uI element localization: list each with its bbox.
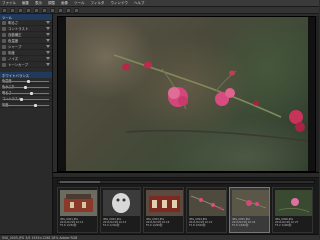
redo-icon[interactable] bbox=[26, 7, 31, 13]
chevron-down-icon[interactable] bbox=[46, 51, 50, 54]
plum-blossom-image bbox=[113, 54, 309, 142]
thermometer-icon bbox=[2, 38, 6, 43]
tool-row-label: 色温度 bbox=[8, 39, 19, 43]
statue-thumbnail bbox=[103, 190, 140, 216]
thumbnail-item[interactable]: IMG_0001.JPG 2011/02/18 10:12 F5.6 1/250秒 bbox=[57, 187, 98, 233]
slider-saturation[interactable]: 彩度 bbox=[0, 102, 52, 108]
blossom-branch-thumbnail bbox=[189, 190, 226, 216]
tool-row-curve[interactable]: トーンカーブ bbox=[0, 62, 52, 68]
contrast-icon bbox=[2, 26, 6, 31]
slider-track[interactable] bbox=[3, 99, 49, 100]
status-bar: IMG_0005.JPG 3/6 1936×1288 28% Adobe RGB bbox=[0, 234, 319, 240]
slider-knob[interactable] bbox=[23, 86, 27, 89]
thumbnail-item[interactable]: IMG_0002.JPG 2011/02/18 10:15 F4.0 1/320秒 bbox=[100, 187, 141, 233]
tool-row-label: シャープ bbox=[8, 45, 22, 49]
viewer-scrollbar[interactable] bbox=[316, 16, 319, 172]
brightness-icon bbox=[2, 20, 6, 25]
menu-view[interactable]: 表示 bbox=[35, 1, 42, 6]
rotate-left-icon[interactable] bbox=[34, 7, 39, 13]
slider-knob[interactable] bbox=[33, 104, 37, 107]
menu-adjust[interactable]: 調整 bbox=[48, 1, 55, 6]
chevron-down-icon[interactable] bbox=[46, 57, 50, 60]
slider-track[interactable] bbox=[3, 105, 49, 106]
open-icon[interactable] bbox=[2, 7, 7, 13]
noise-icon bbox=[2, 56, 6, 61]
saturation-icon bbox=[2, 50, 6, 55]
shrine-thumbnail bbox=[146, 190, 183, 216]
thumbnail-item[interactable]: IMG_0004.JPG 2011/02/18 10:21 F2.8 1/500秒 bbox=[186, 187, 227, 233]
tool-row-label: コントラスト bbox=[8, 27, 29, 31]
filmstrip-scrollbar[interactable] bbox=[57, 180, 315, 184]
zoom-in-icon[interactable] bbox=[50, 7, 55, 13]
temple-thumbnail bbox=[60, 190, 97, 216]
blossom-thumbnail bbox=[232, 190, 269, 216]
main-photo[interactable] bbox=[66, 17, 309, 171]
zoom-out-icon[interactable] bbox=[58, 7, 63, 13]
slider-track[interactable] bbox=[3, 93, 49, 94]
chevron-down-icon[interactable] bbox=[46, 39, 50, 42]
thumbnail-exif: F5.6 1/250秒 bbox=[60, 224, 77, 228]
image-viewer[interactable] bbox=[57, 16, 316, 172]
tool-panel: ツール 明るさ コントラスト 自動補正 色温度 シャープ 彩度 ノイズ トーンカ… bbox=[0, 14, 53, 234]
toolbar bbox=[0, 7, 319, 14]
undo-icon[interactable] bbox=[18, 7, 23, 13]
menu-file[interactable]: ファイル bbox=[2, 1, 16, 6]
chevron-down-icon[interactable] bbox=[46, 63, 50, 66]
status-text: IMG_0005.JPG 3/6 1936×1288 28% Adobe RGB bbox=[2, 235, 78, 240]
thumbnail-item-selected[interactable]: IMG_0005.JPG 2011/02/18 10:24 F2.8 1/640秒 bbox=[229, 187, 270, 233]
slider-knob[interactable] bbox=[19, 98, 23, 101]
thumbnail-list: IMG_0001.JPG 2011/02/18 10:12 F5.6 1/250秒 … bbox=[57, 187, 313, 233]
save-icon[interactable] bbox=[10, 7, 15, 13]
menu-window[interactable]: ウィンドウ bbox=[110, 1, 128, 6]
thumbnail-item[interactable]: IMG_0006.JPG 2011/02/18 10:27 F3.2 1/400秒 bbox=[272, 187, 313, 233]
thumbnail-exif: F5.6 1/200秒 bbox=[146, 224, 163, 228]
slider-knob[interactable] bbox=[30, 92, 34, 95]
thumbnail-item[interactable]: IMG_0003.JPG 2011/02/18 10:18 F5.6 1/200秒 bbox=[143, 187, 184, 233]
flower-thumbnail bbox=[275, 190, 312, 216]
tool-row-label: ノイズ bbox=[8, 57, 19, 61]
menu-tools[interactable]: ツール bbox=[74, 1, 85, 6]
menu-edit[interactable]: 編集 bbox=[22, 1, 29, 6]
tool-row-label: トーンカーブ bbox=[8, 63, 28, 67]
chevron-down-icon[interactable] bbox=[46, 33, 50, 36]
compare-icon[interactable] bbox=[74, 7, 79, 13]
scroll-thumb[interactable] bbox=[60, 181, 100, 183]
thumbnail-exif: F2.8 1/500秒 bbox=[189, 224, 206, 228]
auto-fix-icon bbox=[2, 32, 6, 37]
thumbnail-exif: F3.2 1/400秒 bbox=[275, 224, 292, 228]
thumbnail-exif: F2.8 1/640秒 bbox=[232, 224, 249, 228]
chevron-down-icon[interactable] bbox=[46, 21, 50, 24]
tool-row-label: 彩度 bbox=[8, 51, 15, 55]
thumbnail-exif: F4.0 1/320秒 bbox=[103, 224, 120, 228]
menu-bar: ファイル 編集 表示 調整 画像 ツール フィルタ ウィンドウ ヘルプ bbox=[0, 0, 319, 7]
filmstrip: IMG_0001.JPG 2011/02/18 10:12 F5.6 1/250秒 … bbox=[53, 172, 319, 234]
rotate-right-icon[interactable] bbox=[42, 7, 47, 13]
curve-icon bbox=[2, 62, 6, 67]
filmstrip-toolbar bbox=[53, 173, 319, 178]
chevron-down-icon[interactable] bbox=[46, 45, 50, 48]
menu-image[interactable]: 画像 bbox=[61, 1, 68, 6]
chevron-down-icon[interactable] bbox=[46, 27, 50, 30]
tool-row-label: 自動補正 bbox=[8, 33, 22, 37]
menu-help[interactable]: ヘルプ bbox=[134, 1, 145, 6]
fit-icon[interactable] bbox=[66, 7, 71, 13]
sharpen-icon bbox=[2, 44, 6, 49]
tool-row-label: 明るさ bbox=[8, 21, 19, 25]
slider-knob[interactable] bbox=[26, 80, 30, 83]
menu-filter[interactable]: フィルタ bbox=[91, 1, 105, 6]
